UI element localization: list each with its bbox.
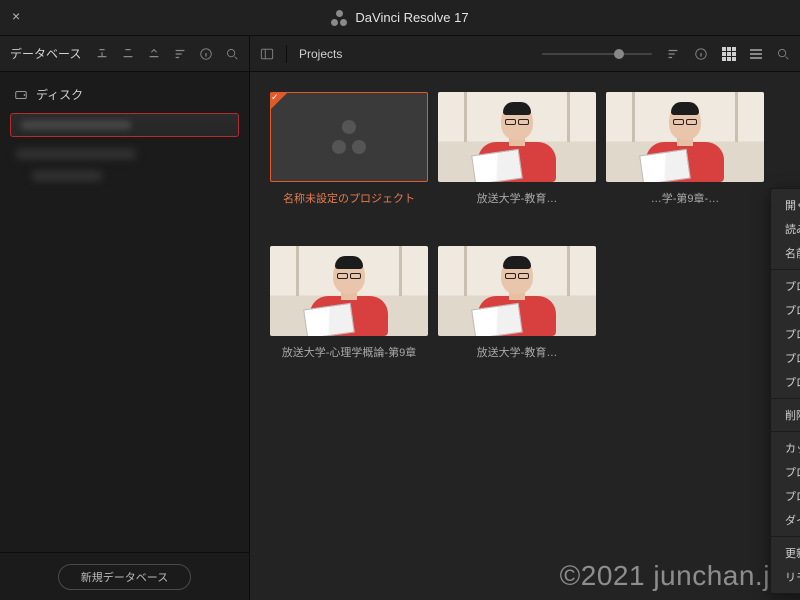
thumbnail-zoom-slider[interactable] <box>542 53 652 55</box>
context-menu-item[interactable]: プロジェクトアーカイブの書き出し... <box>771 370 800 394</box>
content-header: Projects <box>250 36 800 72</box>
project-card[interactable]: 放送大学-心理学概論-第9章 <box>270 246 428 360</box>
list-view-icon[interactable] <box>750 49 762 59</box>
app-title: DaVinci Resolve 17 <box>331 10 468 26</box>
project-title: 放送大学-心理学概論-第9章 <box>270 344 428 360</box>
search-icon[interactable] <box>225 47 239 61</box>
db-link-icon[interactable] <box>147 47 161 61</box>
disk-icon <box>14 88 28 102</box>
context-menu-item[interactable]: プロジェクトの読み込み... <box>771 274 800 298</box>
context-menu-item[interactable]: プロジェクト設定を現在のプロジェクトにロード... <box>771 460 800 484</box>
context-menu-item[interactable]: 読み取り専用モードで開く <box>771 217 800 241</box>
context-menu-item[interactable]: プロジェクトの書き出し... <box>771 298 800 322</box>
close-icon[interactable]: × <box>12 8 20 24</box>
breadcrumb: Projects <box>299 47 342 61</box>
context-menu-separator <box>771 269 800 270</box>
context-menu-item[interactable]: カット <box>771 436 800 460</box>
titlebar: × DaVinci Resolve 17 <box>0 0 800 36</box>
context-menu-item[interactable]: 更新 <box>771 541 800 565</box>
project-thumbnail[interactable] <box>438 92 596 182</box>
project-title: …学-第9章-… <box>606 190 764 206</box>
context-menu-separator <box>771 398 800 399</box>
project-thumbnail[interactable] <box>438 246 596 336</box>
context-menu: 開く読み取り専用モードで開く名前を変更...プロジェクトの読み込み...プロジェ… <box>770 188 800 594</box>
app-logo-icon <box>331 10 347 26</box>
context-menu-item[interactable]: ダイナミック プロジェクト スイッチング <box>771 508 800 532</box>
db-item[interactable] <box>32 171 102 181</box>
project-grid: 名称未設定のプロジェクト放送大学-教育……学-第9章-…放送大学-心理学概論-第… <box>270 92 780 360</box>
project-card[interactable]: 放送大学-教育… <box>438 246 596 360</box>
info-icon[interactable] <box>694 47 708 61</box>
context-menu-item[interactable]: プロジェクトバックアップ... <box>771 484 800 508</box>
context-menu-item[interactable]: 名前を変更... <box>771 241 800 265</box>
sidebar: データベース ディスク 新規データベース <box>0 36 250 600</box>
project-thumbnail[interactable] <box>270 246 428 336</box>
project-title: 放送大学-教育… <box>438 190 596 206</box>
db-item-selected[interactable] <box>10 113 239 137</box>
project-card[interactable]: 放送大学-教育… <box>438 92 596 206</box>
context-menu-item[interactable]: 削除... <box>771 403 800 427</box>
project-thumbnail[interactable] <box>606 92 764 182</box>
content-area: Projects 名称未設定のプロジェクト放送大学-教育……学-第9章-…放送大… <box>250 36 800 600</box>
context-menu-item[interactable]: 開く <box>771 193 800 217</box>
disk-section[interactable]: ディスク <box>8 82 241 107</box>
context-menu-item[interactable]: リモートレンダリング <box>771 565 800 589</box>
db-item[interactable] <box>16 149 136 159</box>
project-title: 放送大学-教育… <box>438 344 596 360</box>
search-icon[interactable] <box>776 47 790 61</box>
context-menu-separator <box>771 431 800 432</box>
context-menu-item[interactable]: プロジェクトアーカイブを復元... <box>771 346 800 370</box>
app-name: DaVinci Resolve 17 <box>355 10 468 25</box>
sort-icon[interactable] <box>173 47 187 61</box>
grid-view-icon[interactable] <box>722 47 736 61</box>
project-card[interactable]: …学-第9章-… <box>606 92 764 206</box>
project-thumbnail[interactable] <box>270 92 428 182</box>
disk-label: ディスク <box>36 86 83 103</box>
info-icon[interactable] <box>199 47 213 61</box>
panel-toggle-icon[interactable] <box>260 47 274 61</box>
db-add-icon[interactable] <box>95 47 109 61</box>
new-database-button[interactable]: 新規データベース <box>58 564 191 590</box>
context-menu-separator <box>771 536 800 537</box>
project-title: 名称未設定のプロジェクト <box>270 190 428 206</box>
sort-icon[interactable] <box>666 47 680 61</box>
sidebar-title: データベース <box>10 45 81 62</box>
sidebar-header: データベース <box>0 36 249 72</box>
context-menu-item[interactable]: プロジェクトの書き出し(スチルとLUT込み)... <box>771 322 800 346</box>
project-card[interactable]: 名称未設定のプロジェクト <box>270 92 428 206</box>
db-remove-icon[interactable] <box>121 47 135 61</box>
